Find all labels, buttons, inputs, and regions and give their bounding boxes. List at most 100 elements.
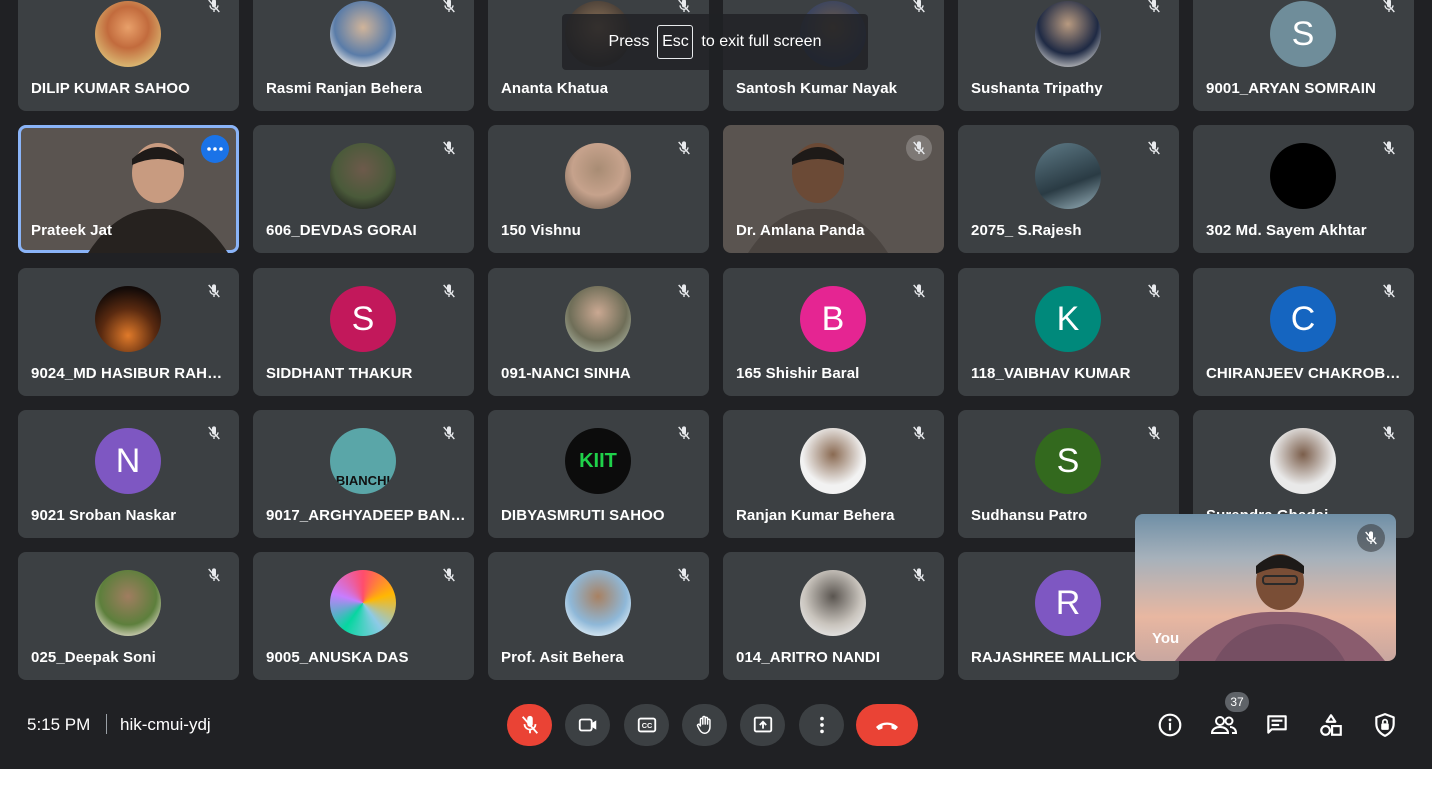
self-mic-off-icon [1357,524,1385,552]
participant-tile[interactable]: 606_DEVDAS GORAI [253,125,474,253]
participant-name: CHIRANJEEV CHAKROBORTY [1206,365,1406,382]
self-view[interactable]: You [1135,514,1396,661]
participant-name: Sushanta Tripathy [971,80,1103,97]
svg-text:CC: CC [641,721,652,730]
participant-name: Rasmi Ranjan Behera [266,80,423,97]
mic-off-icon [1141,420,1167,446]
mic-off-icon [1141,0,1167,19]
participant-tile[interactable]: BIANCHI 9017_ARGHYADEEP BANERJEE [253,410,474,538]
avatar: R [1035,570,1101,636]
participant-tile[interactable]: N 9021 Sroban Naskar [18,410,239,538]
participant-name: Prof. Asit Behera [501,649,624,666]
participant-tile[interactable]: 9005_ANUSKA DAS [253,552,474,680]
participant-tile[interactable]: C CHIRANJEEV CHAKROBORTY [1193,268,1414,396]
participant-name: Ranjan Kumar Behera [736,507,895,524]
participant-name: 302 Md. Sayem Akhtar [1206,222,1367,239]
mic-off-icon [671,420,697,446]
fullscreen-hint: Press Esc to exit full screen [562,14,868,70]
host-controls-button[interactable] [1364,704,1406,746]
avatar: C [1270,286,1336,352]
more-options-button[interactable] [799,704,844,746]
participant-name: Sudhansu Patro [971,507,1088,524]
participant-tile[interactable]: 025_Deepak Soni [18,552,239,680]
participant-tile[interactable]: 091-NANCI SINHA [488,268,709,396]
avatar [800,428,866,494]
mic-off-icon [201,0,227,19]
mic-off-icon [906,278,932,304]
mic-toggle-button[interactable] [507,704,552,746]
raise-hand-icon [696,715,711,734]
avatar [1270,143,1336,209]
tile-options-button[interactable] [201,135,229,163]
end-call-button[interactable] [856,704,918,746]
avatar: S [330,286,396,352]
participant-name: SIDDHANT THAKUR [266,365,413,382]
participant-name: 091-NANCI SINHA [501,365,631,382]
avatar: S [1035,428,1101,494]
mic-off-icon [436,0,462,19]
participant-tile[interactable]: Prateek Jat [18,125,239,253]
activities-button[interactable] [1310,704,1352,746]
mic-off-icon [1141,135,1167,161]
captions-button[interactable]: CC [624,704,669,746]
participant-tile[interactable]: Dr. Amlana Panda [723,125,944,253]
participant-tile[interactable]: Sushanta Tripathy [958,0,1179,111]
meeting-details-button[interactable] [1149,704,1191,746]
participant-tile[interactable]: Ranjan Kumar Behera [723,410,944,538]
chat-button[interactable] [1256,704,1298,746]
mic-off-icon [906,0,932,19]
avatar [330,570,396,636]
mic-off-icon [671,278,697,304]
participant-tile[interactable]: S 9001_ARYAN SOMRAIN [1193,0,1414,111]
avatar [565,143,631,209]
participant-name: 9024_MD HASIBUR RAHMAN [31,365,231,382]
participant-name: 606_DEVDAS GORAI [266,222,417,239]
participant-tile[interactable]: 9024_MD HASIBUR RAHMAN [18,268,239,396]
participant-tile[interactable]: 150 Vishnu [488,125,709,253]
self-label: You [1152,630,1180,647]
mic-off-icon [671,135,697,161]
avatar [95,570,161,636]
avatar [95,1,161,67]
participant-name: 025_Deepak Soni [31,649,156,666]
more-options-icon [819,716,824,734]
mic-off-icon [436,420,462,446]
activities-icon [1320,714,1342,736]
raise-hand-button[interactable] [682,704,727,746]
chat-icon [1267,715,1287,734]
participant-tile[interactable]: B 165 Shishir Baral [723,268,944,396]
avatar [800,570,866,636]
participant-tile[interactable]: S SIDDHANT THAKUR [253,268,474,396]
hint-rest: to exit full screen [701,33,822,50]
participant-name: Santosh Kumar Nayak [736,80,898,97]
participant-tile[interactable]: Rasmi Ranjan Behera [253,0,474,111]
meet-window: DILIP KUMAR SAHOO Rasmi Ranjan Behera Anan… [0,0,1432,769]
mic-off-icon [1376,0,1402,19]
participant-tile[interactable]: 014_ARITRO NANDI [723,552,944,680]
participant-tile[interactable]: Prof. Asit Behera [488,552,709,680]
mic-off-icon [201,278,227,304]
mic-off-icon [521,715,538,734]
avatar [330,143,396,209]
participant-name: 9017_ARGHYADEEP BANERJEE [266,507,466,524]
mic-off-icon [906,420,932,446]
participant-tile[interactable]: 2075_ S.Rajesh [958,125,1179,253]
meeting-code: hik-cmui-ydj [120,715,211,734]
participant-name: 014_ARITRO NANDI [736,649,881,666]
participant-tile[interactable]: K 118_VAIBHAV KUMAR [958,268,1179,396]
participant-name: DILIP KUMAR SAHOO [31,80,190,97]
avatar [330,1,396,67]
present-button[interactable] [740,704,785,746]
participant-name: 150 Vishnu [501,222,581,239]
camera-toggle-button[interactable] [565,704,610,746]
end-call-icon [876,722,898,730]
mic-off-icon [671,562,697,588]
avatar: S [1270,1,1336,67]
participant-tile[interactable]: DILIP KUMAR SAHOO [18,0,239,111]
bottom-bar: 5:15 PM hik-cmui-ydj CC [0,680,1432,769]
participant-name: Ananta Khatua [501,80,609,97]
avatar [1035,1,1101,67]
participant-tile[interactable]: KIIT DIBYASMRUTI SAHOO [488,410,709,538]
participant-name: 165 Shishir Baral [736,365,860,382]
participant-tile[interactable]: 302 Md. Sayem Akhtar [1193,125,1414,253]
